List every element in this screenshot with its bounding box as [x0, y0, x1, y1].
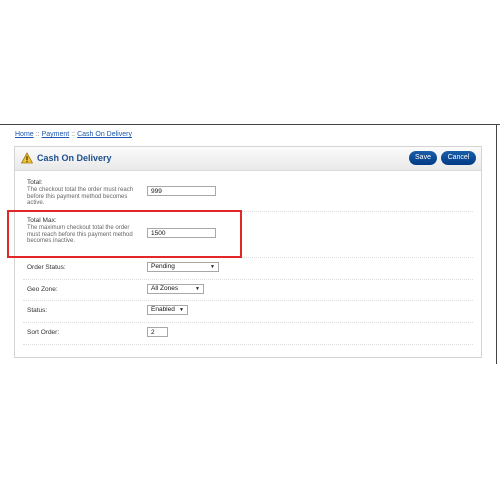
form-row-order-status: Order Status: Pending ▼ [23, 257, 473, 280]
cancel-button[interactable]: Cancel [441, 151, 476, 165]
total-label: Total: [27, 179, 43, 186]
status-label: Status: [27, 307, 48, 314]
status-value: Enabled [151, 306, 175, 313]
sort-order-input[interactable]: 2 [147, 327, 168, 337]
chevron-down-icon: ▼ [179, 307, 184, 313]
form-row-total: Total: The checkout total the order must… [23, 171, 473, 212]
panel-header: Cash On Delivery Save Cancel [15, 147, 481, 171]
sort-order-label: Sort Order: [27, 329, 60, 336]
highlight-box [7, 210, 242, 258]
warning-icon [21, 152, 33, 164]
breadcrumb-home-link[interactable]: Home [15, 131, 34, 138]
form-row-status: Status: Enabled ▼ [23, 300, 473, 323]
geo-zone-value: All Zones [151, 285, 179, 292]
total-input[interactable]: 999 [147, 186, 216, 196]
order-status-select[interactable]: Pending ▼ [147, 262, 219, 272]
chevron-down-icon: ▼ [195, 286, 200, 292]
geo-zone-select[interactable]: All Zones ▼ [147, 284, 204, 294]
status-select[interactable]: Enabled ▼ [147, 305, 188, 315]
right-border-line [496, 124, 497, 364]
geo-zone-label: Geo Zone: [27, 286, 58, 293]
breadcrumb-payment-link[interactable]: Payment [42, 131, 70, 138]
total-help-text: The checkout total the order must reach … [27, 187, 134, 206]
save-button[interactable]: Save [409, 151, 437, 165]
chevron-down-icon: ▼ [210, 264, 215, 270]
top-border-line [0, 124, 500, 125]
form-row-sort-order: Sort Order: 2 [23, 322, 473, 345]
total-label-block: Total: The checkout total the order must… [27, 179, 135, 207]
order-status-label: Order Status: [27, 264, 66, 271]
page-title: Cash On Delivery [37, 153, 112, 163]
breadcrumb: Home:: Payment:: Cash On Delivery [15, 131, 132, 138]
order-status-value: Pending [151, 263, 175, 270]
breadcrumb-separator: :: [35, 131, 40, 138]
breadcrumb-current-link[interactable]: Cash On Delivery [77, 131, 132, 138]
breadcrumb-separator: :: [71, 131, 76, 138]
form-row-geo-zone: Geo Zone: All Zones ▼ [23, 279, 473, 301]
